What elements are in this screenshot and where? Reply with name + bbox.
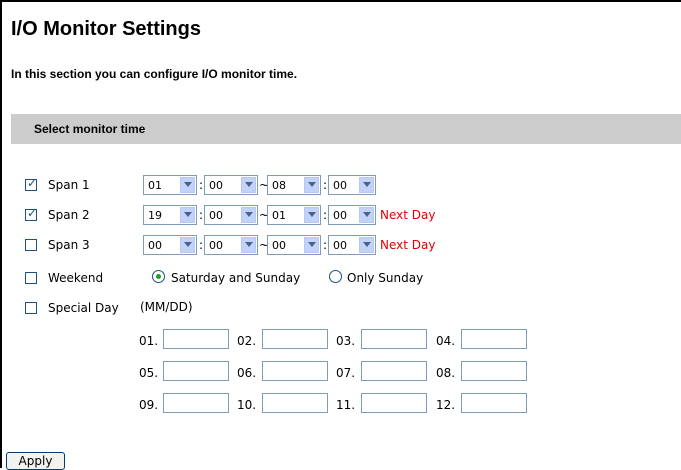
frame-top-border bbox=[0, 0, 681, 2]
chevron-down-icon bbox=[241, 207, 256, 223]
span-2-start-min-value: 00 bbox=[209, 209, 223, 222]
chevron-down-icon bbox=[359, 237, 374, 253]
chevron-down-icon bbox=[241, 177, 256, 193]
special-day-slot-label: 09. bbox=[139, 398, 159, 412]
span-3-start-min-value: 00 bbox=[209, 239, 223, 252]
span-2-end-hour-value: 01 bbox=[272, 209, 286, 222]
weekend-radio-only-sunday[interactable] bbox=[329, 270, 342, 283]
span-1-start-hour-select[interactable]: 01 bbox=[143, 175, 197, 195]
chevron-down-icon bbox=[180, 207, 195, 223]
special-day-input-07[interactable] bbox=[361, 361, 427, 381]
chevron-down-icon bbox=[304, 237, 319, 253]
special-day-slot-label: 11. bbox=[336, 398, 356, 412]
colon-separator: : bbox=[199, 238, 204, 252]
chevron-down-icon bbox=[359, 177, 374, 193]
colon-separator: : bbox=[323, 208, 328, 222]
span-3-checkbox[interactable] bbox=[25, 239, 37, 251]
special-day-slot-label: 10. bbox=[237, 398, 257, 412]
span-1-label: Span 1 bbox=[48, 178, 90, 192]
apply-button[interactable]: Apply bbox=[6, 452, 65, 470]
span-3-start-min-select[interactable]: 00 bbox=[204, 235, 258, 255]
special-day-input-03[interactable] bbox=[361, 329, 427, 349]
span-2-start-hour-select[interactable]: 19 bbox=[143, 205, 197, 225]
span-3-label: Span 3 bbox=[48, 238, 90, 252]
span-3-row: Span 3 00 : 00 ~ 00 : 00 Next Day bbox=[0, 235, 681, 257]
chevron-down-icon bbox=[304, 207, 319, 223]
special-day-input-12[interactable] bbox=[461, 393, 527, 413]
special-day-slot-label: 03. bbox=[336, 334, 356, 348]
check-icon: ✓ bbox=[27, 176, 38, 190]
special-day-input-06[interactable] bbox=[262, 361, 328, 381]
span-1-end-min-select[interactable]: 00 bbox=[328, 175, 376, 195]
special-day-slot-label: 08. bbox=[436, 366, 456, 380]
special-day-input-05[interactable] bbox=[163, 361, 229, 381]
special-day-checkbox[interactable] bbox=[25, 302, 37, 314]
weekend-row: Weekend Saturday and Sunday Only Sunday bbox=[0, 268, 681, 290]
radio-selected-dot bbox=[156, 274, 161, 279]
chevron-down-icon bbox=[241, 237, 256, 253]
span-3-start-hour-select[interactable]: 00 bbox=[143, 235, 197, 255]
special-day-label: Special Day bbox=[48, 301, 119, 315]
span-1-start-min-value: 00 bbox=[209, 179, 223, 192]
span-2-row: ✓ Span 2 19 : 00 ~ 01 : 00 Next Day bbox=[0, 205, 681, 227]
special-day-input-01[interactable] bbox=[163, 329, 229, 349]
colon-separator: : bbox=[323, 238, 328, 252]
special-day-slot-label: 02. bbox=[237, 334, 257, 348]
special-day-slot-label: 12. bbox=[436, 398, 456, 412]
span-2-next-day-note: Next Day bbox=[380, 208, 436, 222]
frame-left-border bbox=[0, 0, 2, 468]
check-icon: ✓ bbox=[27, 206, 38, 220]
span-2-label: Span 2 bbox=[48, 208, 90, 222]
span-1-row: ✓ Span 1 01 : 00 ~ 08 : 00 bbox=[0, 175, 681, 197]
span-2-end-hour-select[interactable]: 01 bbox=[267, 205, 321, 225]
special-day-row: Special Day (MM/DD) bbox=[0, 298, 681, 320]
span-1-end-min-value: 00 bbox=[333, 179, 347, 192]
span-3-start-hour-value: 00 bbox=[148, 239, 162, 252]
span-2-end-min-select[interactable]: 00 bbox=[328, 205, 376, 225]
span-3-end-hour-value: 00 bbox=[272, 239, 286, 252]
colon-separator: : bbox=[323, 178, 328, 192]
chevron-down-icon bbox=[304, 177, 319, 193]
special-day-slot-label: 06. bbox=[237, 366, 257, 380]
span-2-checkbox[interactable]: ✓ bbox=[25, 206, 38, 221]
span-2-start-min-select[interactable]: 00 bbox=[204, 205, 258, 225]
special-day-input-11[interactable] bbox=[361, 393, 427, 413]
span-1-end-hour-value: 08 bbox=[272, 179, 286, 192]
special-day-slot-label: 05. bbox=[139, 366, 159, 380]
span-1-checkbox[interactable]: ✓ bbox=[25, 176, 38, 191]
weekend-option-only-sunday-label: Only Sunday bbox=[347, 271, 424, 285]
special-day-input-10[interactable] bbox=[262, 393, 328, 413]
section-header-label: Select monitor time bbox=[34, 122, 146, 136]
chevron-down-icon bbox=[180, 177, 195, 193]
special-day-input-02[interactable] bbox=[262, 329, 328, 349]
span-3-end-min-value: 00 bbox=[333, 239, 347, 252]
intro-text: In this section you can configure I/O mo… bbox=[11, 67, 298, 81]
colon-separator: : bbox=[199, 178, 204, 192]
special-day-input-04[interactable] bbox=[461, 329, 527, 349]
chevron-down-icon bbox=[359, 207, 374, 223]
chevron-down-icon bbox=[180, 237, 195, 253]
special-day-input-09[interactable] bbox=[163, 393, 229, 413]
span-3-end-min-select[interactable]: 00 bbox=[328, 235, 376, 255]
span-1-end-hour-select[interactable]: 08 bbox=[267, 175, 321, 195]
special-day-slot-label: 07. bbox=[336, 366, 356, 380]
colon-separator: : bbox=[199, 208, 204, 222]
weekend-checkbox[interactable] bbox=[25, 272, 37, 284]
special-day-slot-label: 04. bbox=[436, 334, 456, 348]
span-3-next-day-note: Next Day bbox=[380, 238, 436, 252]
weekend-option-sat-sun-label: Saturday and Sunday bbox=[171, 271, 301, 285]
page-title: I/O Monitor Settings bbox=[11, 18, 201, 40]
span-2-start-hour-value: 19 bbox=[148, 209, 162, 222]
span-1-start-min-select[interactable]: 00 bbox=[204, 175, 258, 195]
special-day-slot-label: 01. bbox=[139, 334, 159, 348]
special-day-format-note: (MM/DD) bbox=[140, 300, 193, 314]
span-2-end-min-value: 00 bbox=[333, 209, 347, 222]
span-1-start-hour-value: 01 bbox=[148, 179, 162, 192]
section-header: Select monitor time bbox=[11, 114, 681, 144]
span-3-end-hour-select[interactable]: 00 bbox=[267, 235, 321, 255]
weekend-label: Weekend bbox=[48, 271, 104, 285]
special-day-input-08[interactable] bbox=[461, 361, 527, 381]
weekend-radio-sat-sun[interactable] bbox=[152, 270, 165, 283]
